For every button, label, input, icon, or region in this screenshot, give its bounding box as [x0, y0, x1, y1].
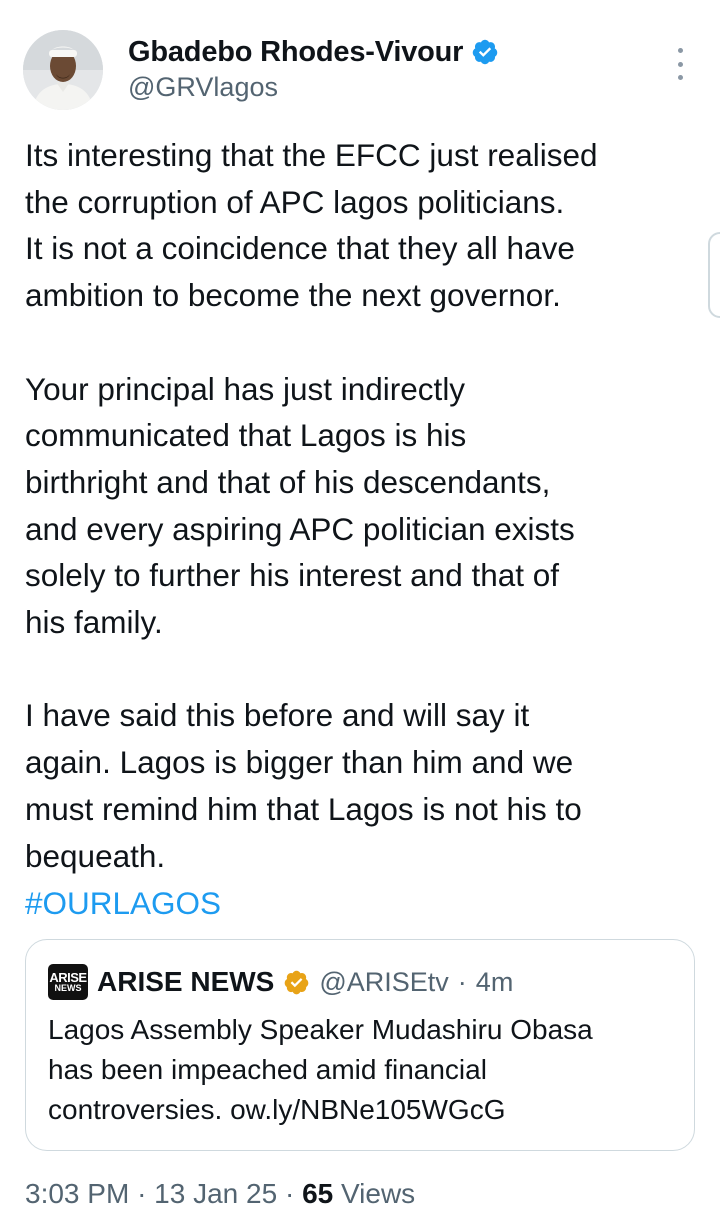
tweet-card: Gbadebo Rhodes-Vivour @GRVlagos Its inte…: [0, 0, 720, 1223]
arise-news-logo-icon: ARISE NEWS: [48, 964, 88, 1000]
meta-separator: ·: [137, 1178, 147, 1209]
gold-verified-badge-icon: [283, 969, 310, 996]
tweet-text: Its interesting that the EFCC just reali…: [25, 137, 598, 874]
author-block: Gbadebo Rhodes-Vivour @GRVlagos: [128, 34, 499, 103]
side-scroll-handle: [708, 232, 720, 318]
quoted-tweet-text: Lagos Assembly Speaker Mudashiru Obasa h…: [48, 1014, 593, 1125]
quoted-separator: ·: [457, 966, 467, 997]
quoted-timestamp: 4m: [475, 966, 514, 997]
quoted-author-name: ARISE NEWS: [97, 966, 275, 997]
profile-photo-icon: [23, 30, 103, 110]
verified-badge-icon[interactable]: [471, 38, 499, 66]
quoted-tweet-header: ARISE NEWS ARISE NEWS @ARISEtv · 4m: [48, 964, 513, 1000]
more-options-icon[interactable]: [668, 48, 692, 80]
logo-text-line2: NEWS: [54, 983, 82, 993]
quoted-tweet[interactable]: ARISE NEWS ARISE NEWS @ARISEtv · 4m Lago…: [25, 939, 695, 1151]
tweet-meta: 3:03 PM · 13 Jan 25 · 65 Views: [25, 1178, 415, 1210]
tweet-date[interactable]: 13 Jan 25: [154, 1178, 277, 1209]
hashtag-link[interactable]: #OURLAGOS: [25, 880, 221, 926]
avatar[interactable]: [23, 30, 103, 110]
author-name[interactable]: Gbadebo Rhodes-Vivour: [128, 36, 463, 69]
views-count: 65: [302, 1178, 334, 1209]
quoted-author-handle: @ARISEtv: [319, 966, 449, 997]
views-label: Views: [341, 1178, 416, 1209]
author-name-row: Gbadebo Rhodes-Vivour: [128, 34, 499, 70]
author-handle[interactable]: @GRVlagos: [128, 72, 499, 103]
tweet-time[interactable]: 3:03 PM: [25, 1178, 129, 1209]
meta-separator: ·: [284, 1178, 295, 1209]
